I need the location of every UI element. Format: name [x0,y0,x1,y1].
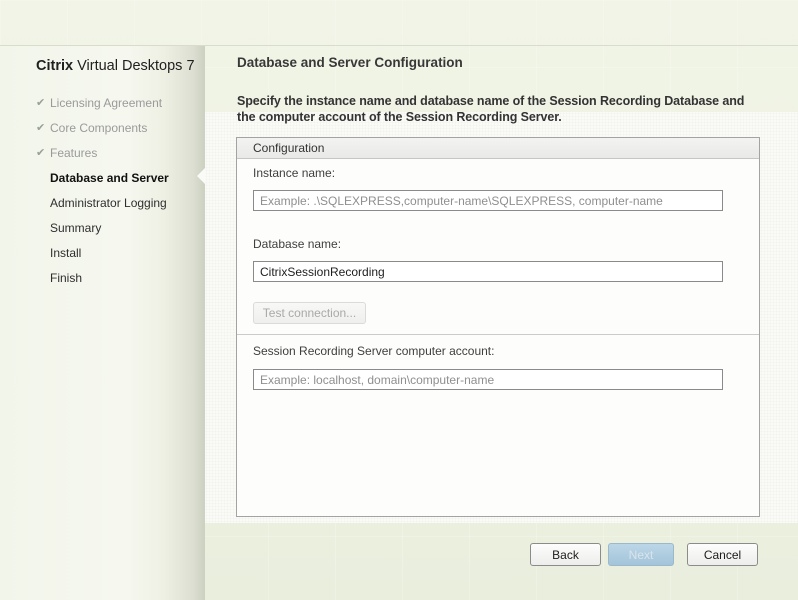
step-database-and-server: Database and Server [36,165,169,190]
step-core-components: ✔ Core Components [36,115,169,140]
step-label: Core Components [50,121,147,135]
server-account-label: Session Recording Server computer accoun… [253,344,494,358]
instance-name-label: Instance name: [253,166,335,180]
next-button[interactable]: Next [608,543,674,566]
back-button[interactable]: Back [530,543,601,566]
checkmark-icon: ✔ [36,96,50,109]
step-label: Database and Server [50,171,169,185]
checkmark-icon: ✔ [36,146,50,159]
step-features: ✔ Features [36,140,169,165]
step-label: Features [50,146,97,160]
step-label: Administrator Logging [50,196,167,210]
checkmark-icon: ✔ [36,121,50,134]
test-connection-button[interactable]: Test connection... [253,302,366,324]
cancel-button[interactable]: Cancel [687,543,758,566]
groupbox-divider [237,334,759,335]
step-label: Install [50,246,81,260]
database-name-label: Database name: [253,237,341,251]
wizard-sidebar: Citrix Virtual Desktops 7 ✔ Licensing Ag… [0,46,205,600]
product-name: Virtual Desktops 7 [73,58,194,74]
database-name-input[interactable] [253,261,723,282]
configuration-groupbox: Configuration Instance name: Database na… [236,137,760,517]
instance-name-input[interactable] [253,190,723,211]
installer-window: Citrix Virtual Desktops 7 ✔ Licensing Ag… [0,0,798,600]
groupbox-header: Configuration [237,138,759,159]
step-label: Finish [50,271,82,285]
step-label: Summary [50,221,101,235]
step-install: Install [36,240,169,265]
step-finish: Finish [36,265,169,290]
brand-name: Citrix [36,58,73,74]
step-summary: Summary [36,215,169,240]
page-title: Database and Server Configuration [237,55,463,70]
step-administrator-logging: Administrator Logging [36,190,169,215]
step-label: Licensing Agreement [50,96,162,110]
page-description: Specify the instance name and database n… [237,93,759,125]
step-licensing-agreement: ✔ Licensing Agreement [36,90,169,115]
wizard-steps: ✔ Licensing Agreement ✔ Core Components … [36,90,169,290]
current-step-pointer [197,168,205,184]
server-account-input[interactable] [253,369,723,390]
product-title: Citrix Virtual Desktops 7 [36,58,195,74]
